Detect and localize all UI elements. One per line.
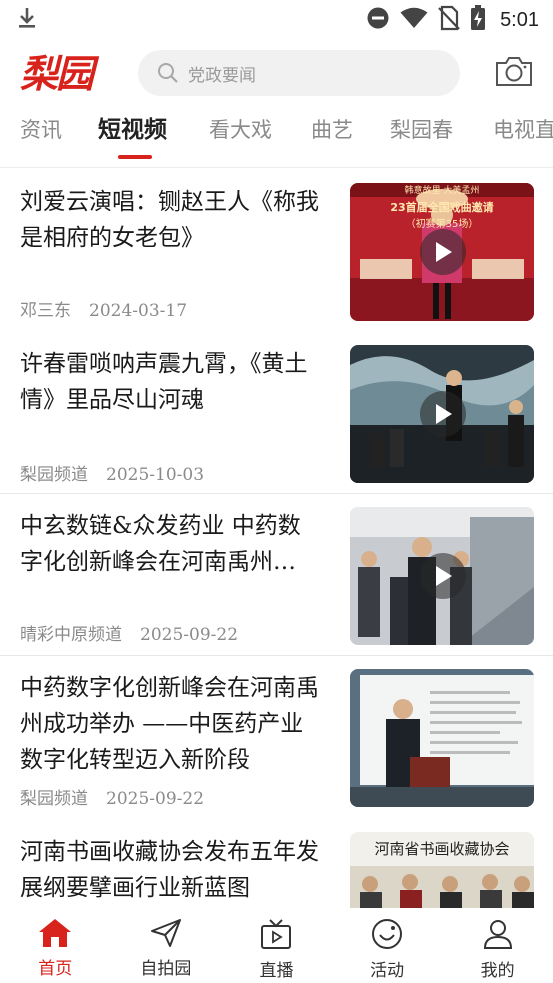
tab-news[interactable]: 资讯: [20, 110, 62, 167]
list-item[interactable]: 中玄数链&众发药业 中药数字化创新峰会在河南禹州… 晴彩中原频道 2025-09-…: [0, 494, 553, 656]
activity-icon: [371, 918, 403, 954]
tv-icon: [260, 918, 292, 954]
news-source: 晴彩中原频道: [20, 625, 122, 645]
search-input[interactable]: 党政要闻: [138, 50, 460, 96]
download-icon: [16, 6, 38, 34]
list-item[interactable]: 许春雷唢呐声震九霄，《黄土情》里品尽山河魂 梨园频道 2025-10-03: [0, 332, 553, 494]
news-source: 梨园频道: [20, 465, 88, 485]
news-meta: 梨园频道 2025-09-22: [20, 784, 204, 809]
status-bar: 5:01: [0, 0, 553, 40]
nav-selfie[interactable]: 自拍园: [111, 908, 222, 983]
no-sim-icon: [438, 5, 460, 35]
nav-label: 直播: [259, 961, 294, 981]
search-icon: [156, 61, 180, 85]
battery-charging-icon: [470, 5, 486, 35]
news-date: 2025-10-03: [106, 465, 205, 485]
home-icon: [38, 918, 72, 952]
nav-label: 首页: [38, 959, 73, 979]
news-title: 许春雷唢呐声震九霄，《黄土情》里品尽山河魂: [20, 351, 308, 413]
video-thumbnail[interactable]: [350, 345, 534, 483]
article-thumbnail[interactable]: [350, 669, 534, 807]
news-date: 2025-09-22: [106, 789, 205, 809]
nav-label: 自拍园: [140, 959, 192, 979]
news-meta: 晴彩中原频道 2025-09-22: [20, 620, 238, 645]
app-header: 梨园 党政要闻: [0, 44, 553, 104]
camera-icon: [495, 54, 533, 92]
bottom-navigation: 首页 自拍园 直播 活动 我的: [0, 908, 553, 983]
news-meta: 梨园频道 2025-10-03: [20, 460, 204, 485]
nav-live[interactable]: 直播: [221, 908, 332, 983]
dnd-icon: [366, 6, 390, 34]
news-title: 河南书画收藏协会发布五年发展纲要擘画行业新蓝图: [20, 839, 319, 901]
user-icon: [482, 918, 514, 954]
news-meta: 邓三东 2024-03-17: [20, 296, 187, 321]
play-icon: [420, 553, 466, 599]
news-source: 梨园频道: [20, 789, 88, 809]
thumb-banner-text: 23首届全国戏曲邀请: [390, 200, 493, 214]
list-item[interactable]: 刘爱云演唱：铡赵王人《称我是相府的女老包》 邓三东 2024-03-17 韩意故里…: [0, 170, 553, 332]
news-title: 中玄数链&众发药业 中药数字化创新峰会在河南禹州…: [20, 513, 301, 575]
active-tab-indicator: [118, 155, 152, 159]
video-thumbnail[interactable]: 韩意故里 大美孟州 23首届全国戏曲邀请 （初赛第35场）: [350, 183, 534, 321]
tab-tv-live[interactable]: 电视直: [493, 110, 553, 167]
news-source: 邓三东: [20, 301, 71, 321]
tab-short-video[interactable]: 短视频: [98, 110, 167, 167]
news-date: 2025-09-22: [140, 625, 239, 645]
nav-label: 活动: [370, 961, 405, 981]
app-logo[interactable]: 梨园: [20, 49, 110, 99]
news-title: 刘爱云演唱：铡赵王人《称我是相府的女老包》: [20, 189, 319, 251]
category-tabs: 资讯 短视频 看大戏 曲艺 梨园春 电视直: [0, 110, 553, 168]
video-thumbnail[interactable]: [350, 507, 534, 645]
list-item[interactable]: 中药数字化创新峰会在河南禹州成功举办 ——中医药产业数字化转型迈入新阶段 梨园频…: [0, 656, 553, 818]
play-icon: [420, 229, 466, 275]
play-icon: [420, 391, 466, 437]
thumb-banner-text: 韩意故里 大美孟州: [405, 184, 480, 196]
tab-big-drama[interactable]: 看大戏: [209, 110, 272, 167]
nav-label: 我的: [480, 961, 515, 981]
article-thumbnail[interactable]: 河南省书画收藏协会: [350, 832, 534, 908]
tab-liyuanchun[interactable]: 梨园春: [390, 110, 453, 167]
nav-activity[interactable]: 活动: [332, 908, 443, 983]
nav-profile[interactable]: 我的: [442, 908, 553, 983]
send-icon: [150, 918, 182, 952]
nav-home[interactable]: 首页: [0, 908, 111, 983]
thumb-banner-text: 河南省书画收藏协会: [374, 840, 509, 858]
news-date: 2024-03-17: [89, 301, 188, 321]
news-title: 中药数字化创新峰会在河南禹州成功举办 ——中医药产业数字化转型迈入新阶段: [20, 675, 319, 773]
status-time: 5:01: [500, 8, 539, 31]
search-placeholder: 党政要闻: [188, 65, 256, 86]
wifi-icon: [400, 7, 428, 33]
camera-button[interactable]: [494, 54, 534, 92]
list-item[interactable]: 河南书画收藏协会发布五年发展纲要擘画行业新蓝图 河南省书画收藏协会: [0, 818, 553, 908]
news-list: 刘爱云演唱：铡赵王人《称我是相府的女老包》 邓三东 2024-03-17 韩意故里…: [0, 170, 553, 908]
tab-folk-art[interactable]: 曲艺: [311, 110, 353, 167]
